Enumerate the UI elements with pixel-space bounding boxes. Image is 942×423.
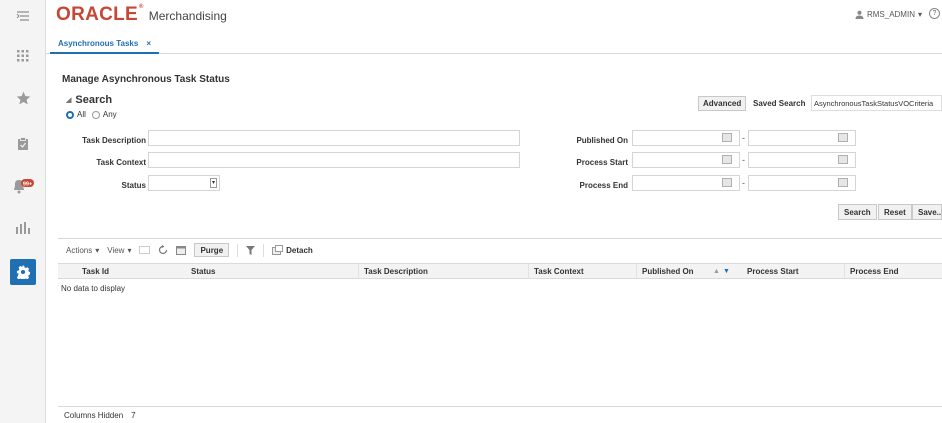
match-mode: All Any <box>66 110 117 119</box>
column-header-published-on[interactable]: Published On <box>636 264 700 279</box>
tab-label: Asynchronous Tasks <box>58 39 139 48</box>
dropdown-arrow-icon: ▾ <box>210 178 217 188</box>
sort-descending-icon[interactable]: ▼ <box>723 268 730 275</box>
task-context-label: Task Context <box>96 158 146 167</box>
results-panel: Actions ▾ View ▾ Purge Detach Task Id Stat… <box>58 238 942 423</box>
saved-search-select[interactable]: AsynchronousTaskStatusVOCriteria <box>811 95 942 111</box>
columns-hidden-label: Columns Hidden <box>64 411 124 420</box>
left-rail: 99+ <box>0 0 46 423</box>
search-button[interactable]: Search <box>838 204 877 220</box>
detach-icon <box>272 245 284 255</box>
search-title: Search <box>75 94 113 106</box>
calendar-icon[interactable] <box>722 178 732 187</box>
task-description-input[interactable] <box>148 130 520 146</box>
tasklist-menu-icon[interactable] <box>0 0 46 32</box>
gear-settings-icon[interactable] <box>0 256 46 288</box>
save-button[interactable]: Save... <box>912 204 942 220</box>
published-on-label: Published On <box>576 136 628 145</box>
column-header-process-end[interactable]: Process End <box>844 264 942 279</box>
edit-icon[interactable] <box>139 246 151 254</box>
actions-menu[interactable]: Actions ▾ <box>66 246 99 255</box>
help-icon[interactable]: ? <box>929 8 940 19</box>
app-header: ORACLE® Merchandising RMS_ADMIN ▾ ? <box>46 0 942 30</box>
advanced-button[interactable]: Advanced <box>698 96 747 111</box>
calendar-icon[interactable] <box>838 178 848 187</box>
columns-hidden-count: 7 <box>131 411 136 420</box>
bar-chart-reports-icon[interactable] <box>0 212 46 244</box>
page-title: Manage Asynchronous Task Status <box>62 74 230 85</box>
calendar-icon[interactable] <box>838 133 848 142</box>
column-header-task-id[interactable]: Task Id <box>58 264 178 279</box>
status-select[interactable]: ▾ <box>148 175 220 191</box>
user-menu[interactable]: RMS_ADMIN ▾ <box>855 10 922 19</box>
view-menu[interactable]: View ▾ <box>107 246 131 255</box>
clipboard-tasks-icon[interactable] <box>0 128 46 160</box>
table-toolbar: Actions ▾ View ▾ Purge Detach <box>58 239 942 261</box>
user-name: RMS_ADMIN <box>866 10 915 19</box>
sort-ascending-icon[interactable]: ▲ <box>713 268 720 275</box>
range-dash: - <box>742 133 745 143</box>
divider <box>237 243 239 257</box>
table-footer: Columns Hidden 7 <box>58 406 942 423</box>
process-start-label: Process Start <box>576 158 628 167</box>
match-all-label: All <box>77 110 86 119</box>
detach-button[interactable]: Detach <box>272 245 313 255</box>
grid-apps-icon[interactable] <box>0 40 46 72</box>
user-icon <box>855 10 864 19</box>
refresh-icon[interactable] <box>158 245 168 255</box>
tab-asynchronous-tasks[interactable]: Asynchronous Tasks × <box>50 35 159 54</box>
calendar-filter-icon[interactable] <box>176 245 187 255</box>
divider <box>263 243 265 257</box>
column-header-status[interactable]: Status <box>186 264 358 279</box>
calendar-icon[interactable] <box>722 133 732 142</box>
chevron-down-icon: ▾ <box>917 10 922 19</box>
column-header-process-start[interactable]: Process Start <box>742 264 844 279</box>
match-any-label: Any <box>102 110 117 119</box>
close-icon[interactable]: × <box>146 39 151 48</box>
collapse-triangle-icon: ◢ <box>66 97 72 104</box>
chevron-down-icon: ▾ <box>95 245 100 255</box>
oracle-logo[interactable]: ORACLE® <box>56 4 144 26</box>
star-favorites-icon[interactable] <box>0 82 46 114</box>
task-context-input[interactable] <box>148 152 520 168</box>
purge-button[interactable]: Purge <box>194 243 230 257</box>
search-section-toggle[interactable]: ◢ Search <box>66 94 112 106</box>
calendar-icon[interactable] <box>722 155 732 164</box>
status-label: Status <box>121 181 146 190</box>
notification-badge: 99+ <box>23 181 32 187</box>
empty-table-message: No data to display <box>61 284 126 293</box>
filter-icon[interactable] <box>246 245 256 255</box>
match-any-radio[interactable] <box>91 110 100 119</box>
sort-controls[interactable]: ▲ ▼ <box>708 264 742 279</box>
calendar-icon[interactable] <box>838 155 848 164</box>
process-end-label: Process End <box>579 181 628 190</box>
reset-button[interactable]: Reset <box>878 204 912 220</box>
bell-notifications-icon[interactable]: 99+ <box>0 170 46 202</box>
task-description-label: Task Description <box>82 136 146 145</box>
range-dash: - <box>742 178 745 188</box>
chevron-down-icon: ▾ <box>127 245 132 255</box>
column-header-task-description[interactable]: Task Description <box>358 264 528 279</box>
column-header-task-context[interactable]: Task Context <box>528 264 636 279</box>
range-dash: - <box>742 155 745 165</box>
saved-search-label: Saved Search <box>753 99 806 108</box>
app-name: Merchandising <box>148 9 227 23</box>
table-header: Task Id Status Task Description Task Con… <box>58 263 942 279</box>
tab-strip: Asynchronous Tasks × <box>46 32 942 54</box>
match-all-radio[interactable] <box>66 110 74 119</box>
